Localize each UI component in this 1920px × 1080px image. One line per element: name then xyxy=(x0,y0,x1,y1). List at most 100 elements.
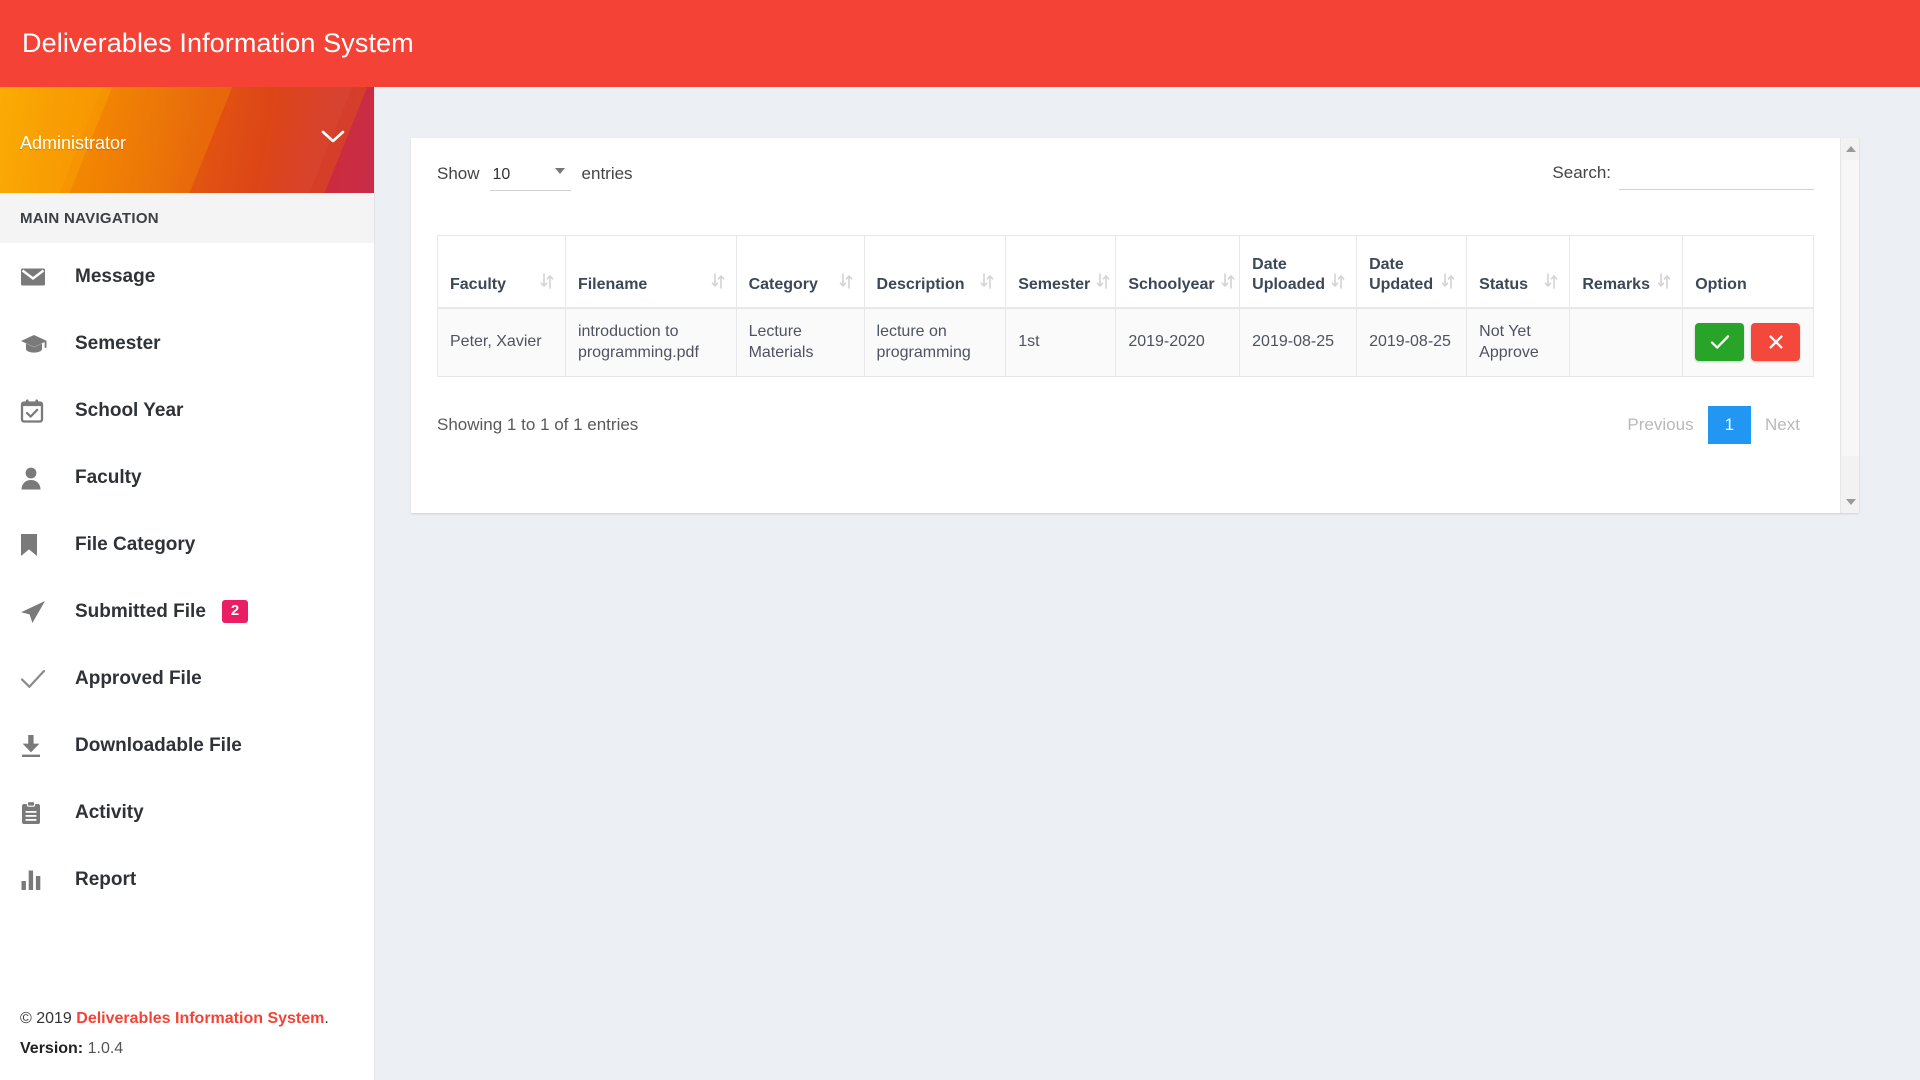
copyright-prefix: © 2019 xyxy=(20,1010,77,1027)
pagination-previous[interactable]: Previous xyxy=(1613,406,1707,444)
deliverables-table: Faculty Filename Category Description Se… xyxy=(437,235,1814,377)
entries-label: entries xyxy=(581,164,633,183)
check-icon xyxy=(20,664,54,694)
table-row: Peter, Xavier introduction to programmin… xyxy=(437,307,1814,377)
show-label: Show xyxy=(437,164,480,183)
scroll-down-arrow-icon[interactable] xyxy=(1841,493,1859,511)
table-info: Showing 1 to 1 of 1 entries xyxy=(437,414,639,434)
cell-semester: 1st xyxy=(1005,307,1117,377)
page-length-value: 10 xyxy=(492,166,511,183)
sidebar-item-report[interactable]: Report xyxy=(0,846,374,913)
bookmark-icon xyxy=(20,530,54,560)
column-header-label: Category xyxy=(748,275,818,293)
sidebar-footer: © 2019 Deliverables Information System. … xyxy=(0,1010,374,1080)
nav-section-header: MAIN NAVIGATION xyxy=(0,193,374,243)
sidebar-item-activity[interactable]: Activity xyxy=(0,779,374,846)
column-header-label: Faculty xyxy=(450,275,507,293)
pagination-next[interactable]: Next xyxy=(1751,406,1814,444)
sidebar-item-file-category[interactable]: File Category xyxy=(0,511,374,578)
sidebar-nav: Message Semester School Year Faculty Fil xyxy=(0,243,374,913)
brand-link[interactable]: Deliverables Information System xyxy=(76,1010,324,1027)
sidebar-item-label: Faculty xyxy=(75,466,142,488)
cell-description: lecture on programming xyxy=(863,307,1007,377)
close-icon xyxy=(1768,334,1784,350)
column-header-schoolyear[interactable]: Schoolyear xyxy=(1115,235,1241,309)
version-line: Version: 1.0.4 xyxy=(20,1040,354,1058)
column-header-label: Remarks xyxy=(1582,275,1650,293)
column-header-date-uploaded[interactable]: Date Uploaded xyxy=(1239,235,1358,309)
column-header-label: Date Updated xyxy=(1369,255,1434,293)
column-header-description[interactable]: Description xyxy=(863,235,1007,309)
sidebar-item-downloadable-file[interactable]: Downloadable File xyxy=(0,712,374,779)
app-title: Deliverables Information System xyxy=(22,28,414,58)
column-header-label: Filename xyxy=(577,275,648,293)
sidebar-item-label: Message xyxy=(75,265,156,287)
copyright-line: © 2019 Deliverables Information System. xyxy=(20,1010,354,1028)
sidebar-item-label: Approved File xyxy=(75,667,202,689)
cell-option xyxy=(1682,307,1814,377)
table-footer: Showing 1 to 1 of 1 entries Previous 1 N… xyxy=(437,405,1814,444)
sidebar-item-approved-file[interactable]: Approved File xyxy=(0,645,374,712)
scroll-up-arrow-icon[interactable] xyxy=(1841,140,1859,158)
sidebar-item-message[interactable]: Message xyxy=(0,243,374,310)
table-header-row: Faculty Filename Category Description Se… xyxy=(437,235,1814,309)
paper-plane-icon xyxy=(20,597,54,627)
sort-icon xyxy=(1096,272,1110,295)
sidebar-item-label: Report xyxy=(75,868,137,890)
chevron-down-icon xyxy=(554,168,565,174)
column-header-label: Semester xyxy=(1018,275,1091,293)
reject-button[interactable] xyxy=(1751,323,1801,362)
column-header-category[interactable]: Category xyxy=(735,235,865,309)
sidebar-item-semester[interactable]: Semester xyxy=(0,310,374,377)
sort-icon xyxy=(711,272,725,295)
approve-button[interactable] xyxy=(1695,323,1745,362)
table-controls: Show 10 entries Search: xyxy=(437,162,1814,220)
clipboard-icon xyxy=(20,798,54,828)
check-icon xyxy=(1710,334,1730,350)
user-panel[interactable]: Administrator xyxy=(0,87,374,193)
page-length-select[interactable]: 10 xyxy=(489,162,571,191)
column-header-remarks[interactable]: Remarks xyxy=(1569,235,1684,309)
cell-remarks xyxy=(1569,307,1684,377)
calendar-check-icon xyxy=(20,396,54,426)
sidebar-item-label: Downloadable File xyxy=(75,734,242,756)
pagination-page-1[interactable]: 1 xyxy=(1707,405,1752,444)
sidebar-item-submitted-file[interactable]: Submitted File 2 xyxy=(0,578,374,645)
sort-icon xyxy=(1544,272,1558,295)
bar-chart-icon xyxy=(20,865,54,895)
cell-category: Lecture Materials xyxy=(735,307,865,377)
sort-icon xyxy=(980,272,994,295)
sort-icon xyxy=(1657,272,1671,295)
sidebar-item-faculty[interactable]: Faculty xyxy=(0,444,374,511)
column-header-option: Option xyxy=(1682,235,1814,309)
sidebar-item-label: Semester xyxy=(75,332,161,354)
scrollbar-thumb[interactable] xyxy=(1842,160,1859,456)
sidebar: Administrator MAIN NAVIGATION Message Se… xyxy=(0,87,375,1080)
column-header-date-updated[interactable]: Date Updated xyxy=(1356,235,1468,309)
sidebar-item-school-year[interactable]: School Year xyxy=(0,377,374,444)
column-header-label: Description xyxy=(876,275,965,293)
chevron-down-icon[interactable] xyxy=(320,129,346,150)
column-header-label: Schoolyear xyxy=(1128,275,1215,293)
search-input[interactable] xyxy=(1619,162,1814,190)
sort-icon xyxy=(1221,272,1235,295)
panel-scrollbar[interactable] xyxy=(1840,138,1859,513)
pagination: Previous 1 Next xyxy=(1613,405,1814,444)
column-header-filename[interactable]: Filename xyxy=(564,235,737,309)
sidebar-item-label: School Year xyxy=(75,399,184,421)
data-table-panel: Show 10 entries Search: Faculty Filename… xyxy=(411,138,1859,513)
column-header-label: Date Uploaded xyxy=(1252,255,1326,293)
version-value: 1.0.4 xyxy=(87,1040,124,1057)
sort-icon xyxy=(839,272,853,295)
person-icon xyxy=(20,463,54,493)
download-icon xyxy=(20,731,54,761)
column-header-status[interactable]: Status xyxy=(1466,235,1571,309)
column-header-faculty[interactable]: Faculty xyxy=(437,235,566,309)
cell-schoolyear: 2019-2020 xyxy=(1115,307,1241,377)
version-label: Version: xyxy=(20,1040,84,1057)
cell-date-uploaded: 2019-08-25 xyxy=(1239,307,1358,377)
sidebar-item-label: File Category xyxy=(75,533,196,555)
column-header-semester[interactable]: Semester xyxy=(1005,235,1117,309)
cell-faculty: Peter, Xavier xyxy=(437,307,566,377)
sort-icon xyxy=(540,272,554,295)
